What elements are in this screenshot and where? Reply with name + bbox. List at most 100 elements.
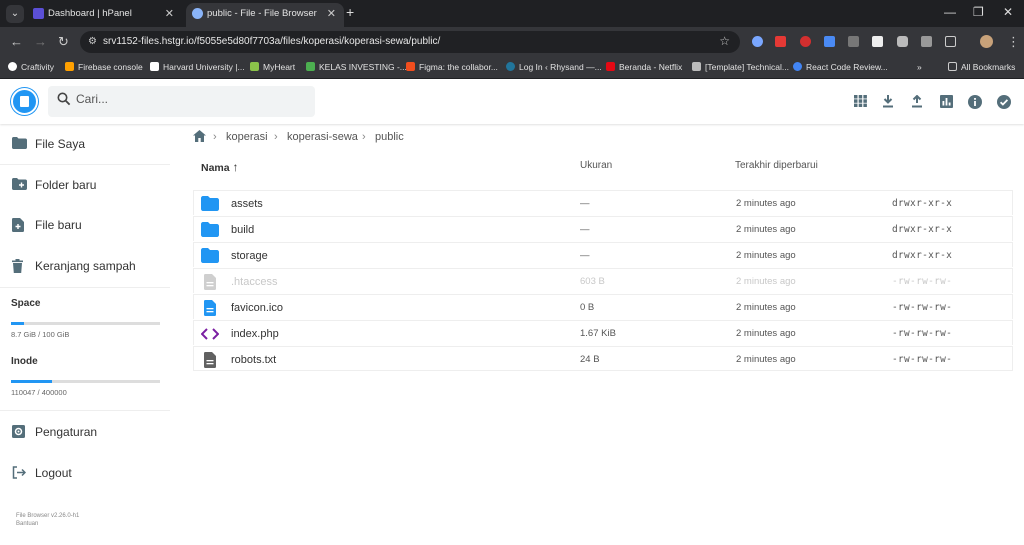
sidebar-item-settings[interactable]: Pengaturan xyxy=(0,412,170,452)
close-window-icon[interactable]: ✕ xyxy=(1003,5,1013,19)
trash-icon xyxy=(12,259,27,273)
folder-icon xyxy=(201,222,219,237)
column-header-modified[interactable]: Terakhir diperbarui xyxy=(735,160,818,171)
close-tab-icon[interactable]: ✕ xyxy=(165,3,174,25)
sidebar-item-logout[interactable]: Logout xyxy=(0,453,170,493)
extension-icon[interactable] xyxy=(848,36,859,47)
table-row[interactable]: assets — 2 minutes ago drwxr-xr-x xyxy=(193,190,1013,215)
grid-view-icon[interactable] xyxy=(853,95,867,109)
column-header-size[interactable]: Ukuran xyxy=(580,160,612,171)
extension-icon[interactable] xyxy=(800,36,811,47)
file-modified: 2 minutes ago xyxy=(736,224,796,235)
bookmark-item[interactable]: Log In ‹ Rhysand —... xyxy=(506,62,602,72)
divider xyxy=(0,410,170,411)
arrow-up-icon: ↑ xyxy=(232,160,239,174)
sidebar-item-label: Pengaturan xyxy=(35,425,98,439)
image-file-icon xyxy=(201,300,219,316)
file-name: favicon.ico xyxy=(231,302,283,314)
filebrowser-favicon-icon xyxy=(192,8,203,19)
app-header xyxy=(0,79,1024,124)
folder-icon xyxy=(12,137,27,151)
site-info-icon[interactable]: ⚙ xyxy=(88,36,97,47)
check-circle-icon[interactable] xyxy=(997,95,1011,109)
text-file-icon xyxy=(201,352,219,368)
file-name: assets xyxy=(231,198,263,210)
bookmark-item[interactable]: KELAS INVESTING -... xyxy=(306,62,407,72)
logout-icon xyxy=(12,466,27,480)
file-browser-logo[interactable] xyxy=(11,88,38,115)
bookmark-item[interactable]: All Bookmarks xyxy=(948,62,1015,72)
browser-tab[interactable]: Dashboard | hPanel ✕ xyxy=(27,3,182,27)
bookmark-item[interactable]: MyHeart xyxy=(250,62,295,72)
breadcrumb-item[interactable]: koperasi xyxy=(226,131,268,143)
url-text: srv1152-files.hstgr.io/f5055e5d80f7703a/… xyxy=(103,36,441,47)
new-tab-button[interactable]: + xyxy=(346,4,354,20)
bookmark-star-icon[interactable]: ☆ xyxy=(719,34,730,48)
restore-icon[interactable]: ❐ xyxy=(973,5,984,19)
bookmark-item[interactable]: Beranda - Netflix xyxy=(606,62,682,72)
back-icon[interactable]: ← xyxy=(10,34,23,49)
extension-icon[interactable] xyxy=(824,36,835,47)
profile-avatar[interactable] xyxy=(980,35,993,48)
minimize-icon[interactable]: — xyxy=(944,5,956,19)
bookmark-item[interactable]: Harvard University |... xyxy=(150,62,245,72)
forward-icon[interactable]: → xyxy=(34,34,47,49)
table-row[interactable]: storage — 2 minutes ago drwxr-xr-x xyxy=(193,242,1013,267)
tab-search-button[interactable]: ⌄ xyxy=(6,5,24,23)
help-link[interactable]: Bantuan xyxy=(16,521,38,527)
extensions-puzzle-icon[interactable] xyxy=(945,36,956,47)
column-header-name[interactable]: Nama ↑ xyxy=(201,160,239,174)
search-input[interactable] xyxy=(76,92,296,106)
file-modified: 2 minutes ago xyxy=(736,250,796,261)
browser-tab-strip: ⌄ Dashboard | hPanel ✕ public - File - F… xyxy=(0,0,1024,27)
bookmarks-bar: Craftivity Firebase console Harvard Univ… xyxy=(0,57,1024,79)
file-name: build xyxy=(231,224,255,236)
close-tab-icon[interactable]: ✕ xyxy=(327,3,336,25)
table-row[interactable]: robots.txt 24 B 2 minutes ago -rw-rw-rw- xyxy=(193,346,1013,371)
extension-icon[interactable] xyxy=(897,36,908,47)
download-icon[interactable] xyxy=(881,95,895,109)
info-icon[interactable] xyxy=(968,95,982,109)
sidebar-item-trash[interactable]: Keranjang sampah xyxy=(0,246,170,286)
sidebar-item-new-folder[interactable]: Folder baru xyxy=(0,165,170,205)
sidebar-item-new-file[interactable]: File baru xyxy=(0,205,170,245)
space-label: Space xyxy=(11,298,41,309)
bookmark-item[interactable]: [Template] Technical... xyxy=(692,62,789,72)
sidebar-item-my-files[interactable]: File Saya xyxy=(0,124,170,164)
extension-icon[interactable] xyxy=(752,36,763,47)
table-row[interactable]: favicon.ico 0 B 2 minutes ago -rw-rw-rw- xyxy=(193,294,1013,319)
upload-icon[interactable] xyxy=(910,94,924,109)
file-permissions: -rw-rw-rw- xyxy=(892,354,953,365)
sidebar: File Saya Folder baru File baru Keranjan… xyxy=(0,124,170,545)
bookmark-item[interactable]: Firebase console xyxy=(65,62,143,72)
url-field[interactable]: ⚙ srv1152-files.hstgr.io/f5055e5d80f7703… xyxy=(80,31,740,53)
browser-menu-icon[interactable]: ⋮ xyxy=(1007,34,1020,50)
sidebar-item-label: Logout xyxy=(35,466,72,480)
breadcrumb-item[interactable]: public xyxy=(375,131,404,143)
home-icon[interactable] xyxy=(193,130,206,145)
table-row[interactable]: build — 2 minutes ago drwxr-xr-x xyxy=(193,216,1013,241)
extension-icon[interactable] xyxy=(872,36,883,47)
hpanel-favicon-icon xyxy=(33,8,44,19)
search-bar[interactable] xyxy=(48,86,315,117)
file-permissions: drwxr-xr-x xyxy=(892,224,953,235)
table-row[interactable]: index.php 1.67 KiB 2 minutes ago -rw-rw-rw- xyxy=(193,320,1013,345)
version-text: File Browser v2.26.0-h1 xyxy=(16,513,80,519)
file-name: robots.txt xyxy=(231,354,277,366)
extension-icon[interactable] xyxy=(921,36,932,47)
table-row[interactable]: .htaccess 603 B 2 minutes ago -rw-rw-rw- xyxy=(193,268,1013,293)
chart-icon[interactable] xyxy=(939,95,953,109)
bookmark-item[interactable]: Figma: the collabor... xyxy=(406,62,498,72)
file-name: index.php xyxy=(231,328,279,340)
bookmark-item[interactable]: Craftivity xyxy=(8,62,54,72)
reload-icon[interactable]: ↻ xyxy=(58,34,69,50)
space-progress-bar xyxy=(11,322,160,325)
bookmark-item[interactable]: React Code Review... xyxy=(793,62,888,72)
file-size: 0 B xyxy=(580,302,595,313)
file-size: 24 B xyxy=(580,354,600,365)
extension-icon[interactable] xyxy=(775,36,786,47)
breadcrumb-item[interactable]: koperasi-sewa xyxy=(287,131,358,143)
browser-tab-active[interactable]: public - File - File Browser ✕ xyxy=(186,3,344,27)
inode-progress-fill xyxy=(11,380,52,383)
bookmarks-overflow-icon[interactable]: » xyxy=(917,62,922,72)
